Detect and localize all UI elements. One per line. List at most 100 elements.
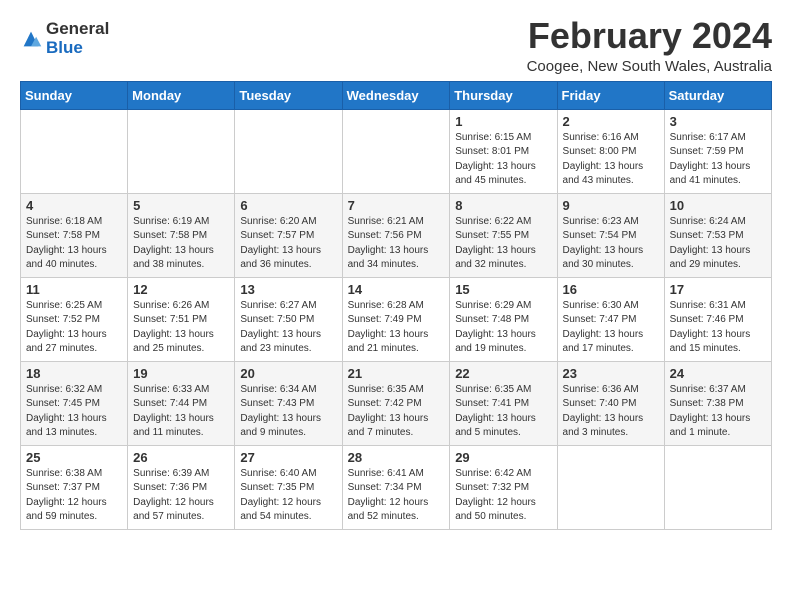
day-number: 20 xyxy=(240,366,336,381)
day-info: Sunrise: 6:34 AMSunset: 7:43 PMDaylight:… xyxy=(240,383,336,441)
calendar-day-cell: 24 Sunrise: 6:37 AMSunset: 7:38 PMDayligh… xyxy=(664,361,771,445)
calendar-day-cell: 1 Sunrise: 6:15 AMSunset: 8:01 PMDaylight… xyxy=(450,109,557,193)
calendar-day-cell: 28 Sunrise: 6:41 AMSunset: 7:34 PMDayligh… xyxy=(342,445,450,529)
day-info: Sunrise: 6:31 AMSunset: 7:46 PMDaylight:… xyxy=(670,299,766,357)
calendar-day-cell: 11 Sunrise: 6:25 AMSunset: 7:52 PMDayligh… xyxy=(21,277,128,361)
calendar-table: SundayMondayTuesdayWednesdayThursdayFrid… xyxy=(20,81,772,530)
day-info: Sunrise: 6:24 AMSunset: 7:53 PMDaylight:… xyxy=(670,215,766,273)
logo-icon xyxy=(20,28,42,50)
calendar-day-cell: 17 Sunrise: 6:31 AMSunset: 7:46 PMDayligh… xyxy=(664,277,771,361)
calendar-day-cell: 13 Sunrise: 6:27 AMSunset: 7:50 PMDayligh… xyxy=(235,277,342,361)
calendar-day-cell: 23 Sunrise: 6:36 AMSunset: 7:40 PMDayligh… xyxy=(557,361,664,445)
day-info: Sunrise: 6:27 AMSunset: 7:50 PMDaylight:… xyxy=(240,299,336,357)
day-number: 24 xyxy=(670,366,766,381)
day-number: 27 xyxy=(240,450,336,465)
day-number: 10 xyxy=(670,198,766,213)
day-info: Sunrise: 6:41 AMSunset: 7:34 PMDaylight:… xyxy=(348,467,445,525)
calendar-day-cell: 20 Sunrise: 6:34 AMSunset: 7:43 PMDayligh… xyxy=(235,361,342,445)
calendar-day-cell xyxy=(21,109,128,193)
day-number: 11 xyxy=(26,282,122,297)
day-info: Sunrise: 6:19 AMSunset: 7:58 PMDaylight:… xyxy=(133,215,229,273)
day-info: Sunrise: 6:28 AMSunset: 7:49 PMDaylight:… xyxy=(348,299,445,357)
calendar-day-cell: 8 Sunrise: 6:22 AMSunset: 7:55 PMDaylight… xyxy=(450,193,557,277)
calendar-week-row: 1 Sunrise: 6:15 AMSunset: 8:01 PMDaylight… xyxy=(21,109,772,193)
day-info: Sunrise: 6:40 AMSunset: 7:35 PMDaylight:… xyxy=(240,467,336,525)
day-number: 16 xyxy=(563,282,659,297)
day-info: Sunrise: 6:21 AMSunset: 7:56 PMDaylight:… xyxy=(348,215,445,273)
calendar-day-cell: 2 Sunrise: 6:16 AMSunset: 8:00 PMDaylight… xyxy=(557,109,664,193)
day-number: 3 xyxy=(670,114,766,129)
day-number: 22 xyxy=(455,366,551,381)
day-of-week-header: Thursday xyxy=(450,81,557,109)
day-info: Sunrise: 6:36 AMSunset: 7:40 PMDaylight:… xyxy=(563,383,659,441)
day-of-week-header: Saturday xyxy=(664,81,771,109)
day-number: 1 xyxy=(455,114,551,129)
day-info: Sunrise: 6:18 AMSunset: 7:58 PMDaylight:… xyxy=(26,215,122,273)
calendar-day-cell: 4 Sunrise: 6:18 AMSunset: 7:58 PMDaylight… xyxy=(21,193,128,277)
calendar-day-cell xyxy=(128,109,235,193)
day-number: 6 xyxy=(240,198,336,213)
header: General Blue February 2024 Coogee, New S… xyxy=(20,16,772,75)
day-number: 28 xyxy=(348,450,445,465)
day-info: Sunrise: 6:38 AMSunset: 7:37 PMDaylight:… xyxy=(26,467,122,525)
day-info: Sunrise: 6:25 AMSunset: 7:52 PMDaylight:… xyxy=(26,299,122,357)
day-number: 29 xyxy=(455,450,551,465)
calendar-day-cell: 5 Sunrise: 6:19 AMSunset: 7:58 PMDaylight… xyxy=(128,193,235,277)
calendar-day-cell: 7 Sunrise: 6:21 AMSunset: 7:56 PMDaylight… xyxy=(342,193,450,277)
calendar-day-cell: 16 Sunrise: 6:30 AMSunset: 7:47 PMDayligh… xyxy=(557,277,664,361)
day-info: Sunrise: 6:39 AMSunset: 7:36 PMDaylight:… xyxy=(133,467,229,525)
day-info: Sunrise: 6:32 AMSunset: 7:45 PMDaylight:… xyxy=(26,383,122,441)
calendar-header-row: SundayMondayTuesdayWednesdayThursdayFrid… xyxy=(21,81,772,109)
logo-blue-text: Blue xyxy=(46,39,109,58)
day-info: Sunrise: 6:20 AMSunset: 7:57 PMDaylight:… xyxy=(240,215,336,273)
calendar-day-cell: 18Sunrise: 6:32 AMSunset: 7:45 PMDayligh… xyxy=(21,361,128,445)
day-number: 7 xyxy=(348,198,445,213)
day-info: Sunrise: 6:35 AMSunset: 7:41 PMDaylight:… xyxy=(455,383,551,441)
day-number: 15 xyxy=(455,282,551,297)
day-number: 4 xyxy=(26,198,122,213)
day-info: Sunrise: 6:16 AMSunset: 8:00 PMDaylight:… xyxy=(563,131,659,189)
calendar-week-row: 18Sunrise: 6:32 AMSunset: 7:45 PMDayligh… xyxy=(21,361,772,445)
day-info: Sunrise: 6:37 AMSunset: 7:38 PMDaylight:… xyxy=(670,383,766,441)
day-info: Sunrise: 6:15 AMSunset: 8:01 PMDaylight:… xyxy=(455,131,551,189)
calendar-day-cell: 29Sunrise: 6:42 AMSunset: 7:32 PMDayligh… xyxy=(450,445,557,529)
day-number: 17 xyxy=(670,282,766,297)
day-of-week-header: Tuesday xyxy=(235,81,342,109)
day-number: 14 xyxy=(348,282,445,297)
calendar-week-row: 25 Sunrise: 6:38 AMSunset: 7:37 PMDayligh… xyxy=(21,445,772,529)
day-info: Sunrise: 6:29 AMSunset: 7:48 PMDaylight:… xyxy=(455,299,551,357)
day-number: 19 xyxy=(133,366,229,381)
calendar-day-cell: 6 Sunrise: 6:20 AMSunset: 7:57 PMDaylight… xyxy=(235,193,342,277)
day-info: Sunrise: 6:33 AMSunset: 7:44 PMDaylight:… xyxy=(133,383,229,441)
calendar-day-cell: 21Sunrise: 6:35 AMSunset: 7:42 PMDayligh… xyxy=(342,361,450,445)
month-title: February 2024 xyxy=(527,16,772,56)
day-info: Sunrise: 6:17 AMSunset: 7:59 PMDaylight:… xyxy=(670,131,766,189)
location-subtitle: Coogee, New South Wales, Australia xyxy=(527,58,772,75)
calendar-day-cell xyxy=(235,109,342,193)
calendar-day-cell: 14 Sunrise: 6:28 AMSunset: 7:49 PMDayligh… xyxy=(342,277,450,361)
day-info: Sunrise: 6:23 AMSunset: 7:54 PMDaylight:… xyxy=(563,215,659,273)
day-info: Sunrise: 6:35 AMSunset: 7:42 PMDaylight:… xyxy=(348,383,445,441)
day-number: 8 xyxy=(455,198,551,213)
day-of-week-header: Wednesday xyxy=(342,81,450,109)
calendar-day-cell: 15 Sunrise: 6:29 AMSunset: 7:48 PMDayligh… xyxy=(450,277,557,361)
day-number: 13 xyxy=(240,282,336,297)
calendar-day-cell: 22 Sunrise: 6:35 AMSunset: 7:41 PMDayligh… xyxy=(450,361,557,445)
day-number: 25 xyxy=(26,450,122,465)
calendar-week-row: 4 Sunrise: 6:18 AMSunset: 7:58 PMDaylight… xyxy=(21,193,772,277)
title-area: February 2024 Coogee, New South Wales, A… xyxy=(527,16,772,75)
day-info: Sunrise: 6:22 AMSunset: 7:55 PMDaylight:… xyxy=(455,215,551,273)
calendar-day-cell: 10 Sunrise: 6:24 AMSunset: 7:53 PMDayligh… xyxy=(664,193,771,277)
day-of-week-header: Sunday xyxy=(21,81,128,109)
calendar-day-cell: 12Sunrise: 6:26 AMSunset: 7:51 PMDayligh… xyxy=(128,277,235,361)
day-number: 5 xyxy=(133,198,229,213)
logo-general-text: General xyxy=(46,20,109,39)
calendar-day-cell xyxy=(342,109,450,193)
logo: General Blue xyxy=(20,20,109,57)
day-number: 23 xyxy=(563,366,659,381)
calendar-week-row: 11 Sunrise: 6:25 AMSunset: 7:52 PMDayligh… xyxy=(21,277,772,361)
day-info: Sunrise: 6:30 AMSunset: 7:47 PMDaylight:… xyxy=(563,299,659,357)
calendar-day-cell: 26Sunrise: 6:39 AMSunset: 7:36 PMDayligh… xyxy=(128,445,235,529)
day-number: 2 xyxy=(563,114,659,129)
day-number: 12 xyxy=(133,282,229,297)
